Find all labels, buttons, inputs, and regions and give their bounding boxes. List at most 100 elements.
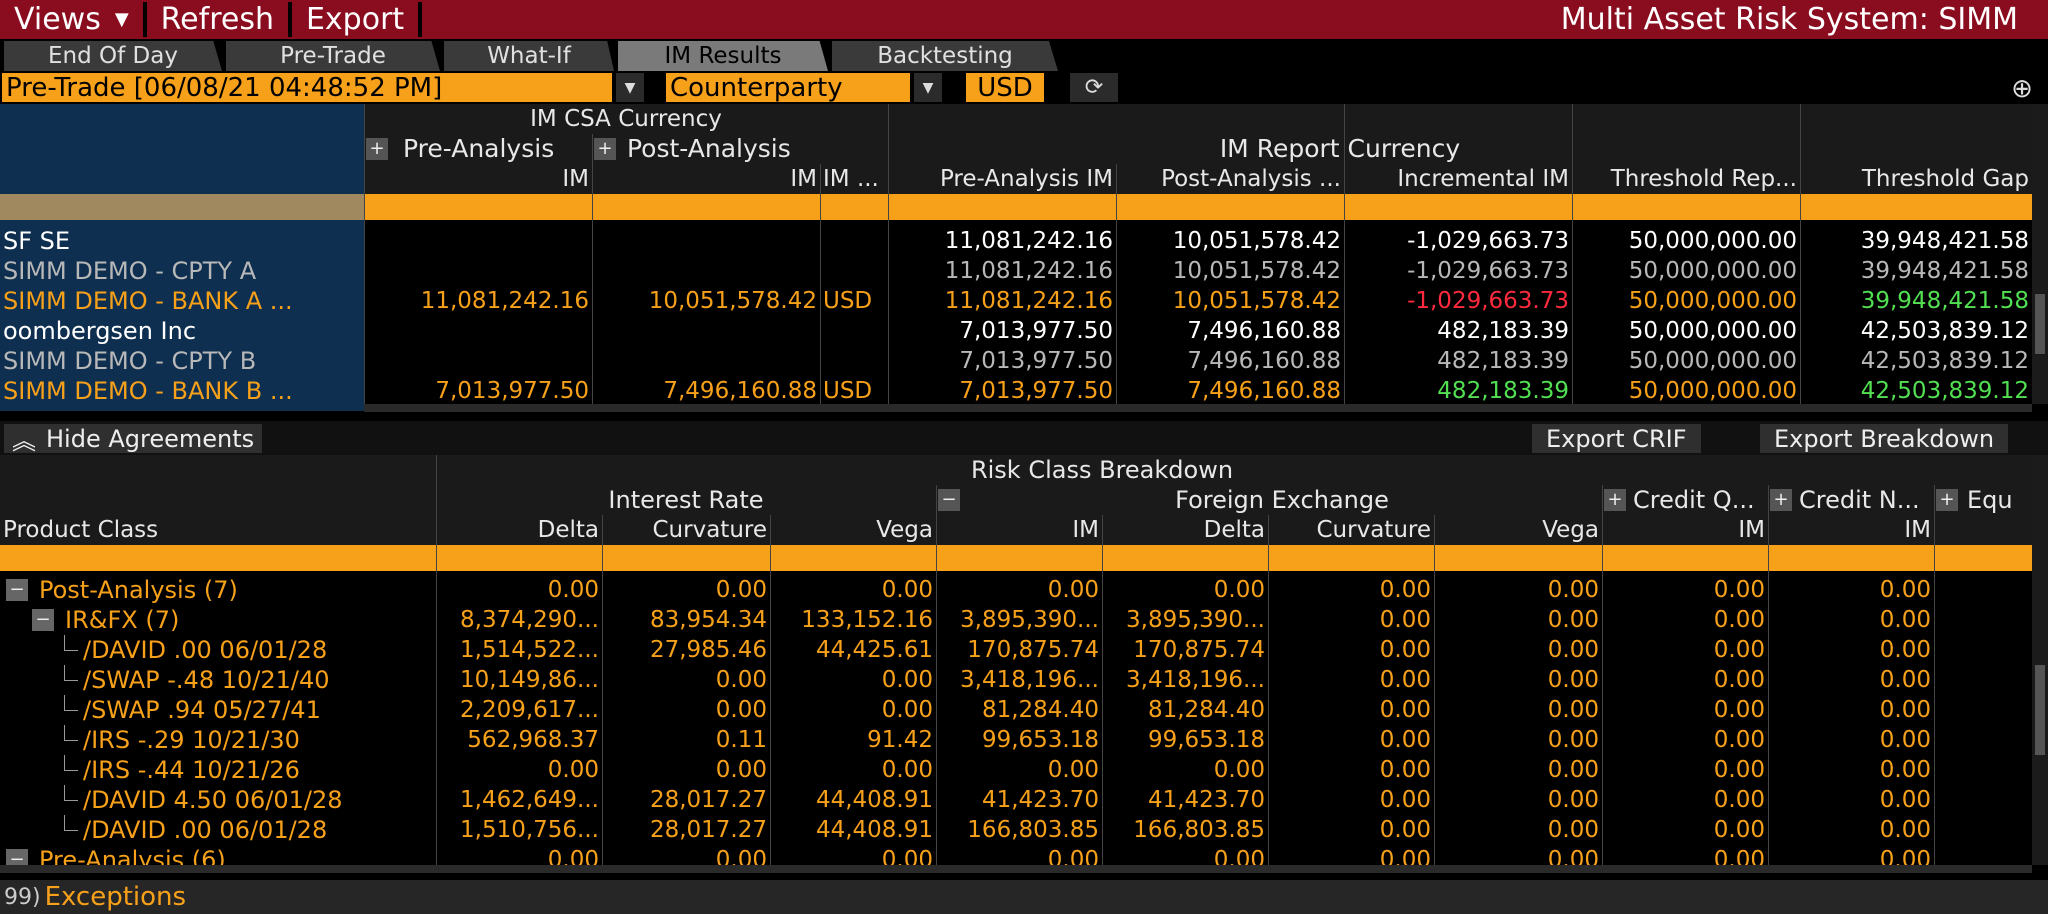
expand-equity-icon[interactable]: + [1936, 489, 1958, 511]
risk-class-breakdown-grid: Risk Class Breakdown Interest Rate − For… [0, 455, 2048, 874]
cell-ir-curvature: 28,017.27 [649, 817, 767, 843]
col-credit-n-im[interactable]: IM [1768, 515, 1934, 545]
cell-credit-n-im: 0.00 [1879, 757, 1931, 783]
export-label: Export [305, 2, 405, 37]
breakdown-horizontal-scrollbar[interactable] [0, 865, 2032, 873]
cell-threshold: 50,000,000.00 [1628, 318, 1797, 344]
product-class-label[interactable]: /IRS -.29 10/21/30 [80, 725, 436, 755]
cell-fx-vega: 0.00 [1547, 757, 1599, 783]
cell-ir-curvature: 0.00 [715, 577, 767, 603]
col-threshold[interactable]: Threshold Rep... [1572, 164, 1800, 194]
group-header-credit-n: Credit N... [1796, 485, 1936, 515]
cell-ir-delta: 8,374,290... [460, 607, 599, 633]
expand-credit-n-icon[interactable]: + [1770, 489, 1792, 511]
cell-credit-q-im: 0.00 [1713, 787, 1765, 813]
col-ir-vega[interactable]: Vega [770, 515, 936, 545]
counterparty-name[interactable]: SIMM DEMO - CPTY B [0, 346, 364, 376]
column-separator [1800, 104, 1801, 404]
export-menu-button[interactable]: Export [292, 2, 423, 37]
refresh-menu-button[interactable]: Refresh [147, 2, 292, 37]
tab-im-results[interactable]: IM Results [618, 41, 828, 71]
group-header-equity: Equ [1964, 485, 2030, 515]
scrollbar-thumb[interactable] [2035, 665, 2045, 755]
run-select-arrow-icon[interactable]: ▼ [616, 73, 644, 102]
cell-credit-n-im: 0.00 [1879, 787, 1931, 813]
cell-fx-im: 166,803.85 [967, 817, 1099, 843]
column-filter-row[interactable] [364, 194, 2032, 220]
group-by-arrow-icon[interactable]: ▼ [914, 73, 942, 102]
views-menu-button[interactable]: Views ▼ [0, 2, 147, 37]
col-report-pre-im[interactable]: Pre-Analysis IM [888, 164, 1116, 194]
counterparty-name[interactable]: oombergsen Inc [0, 316, 364, 346]
collapse-fx-icon[interactable]: − [938, 489, 960, 511]
col-product-class[interactable]: Product Class [0, 515, 436, 545]
expand-credit-q-icon[interactable]: + [1604, 489, 1626, 511]
breakdown-vertical-scrollbar[interactable] [2032, 455, 2048, 865]
exceptions-link[interactable]: Exceptions [45, 882, 187, 912]
cell-ccy: USD [823, 288, 873, 314]
run-select[interactable]: Pre-Trade [06/08/21 04:48:52 PM] [2, 73, 612, 102]
col-threshold-gap[interactable]: Threshold Gap [1800, 164, 2032, 194]
counterparty-name[interactable]: SF SE [0, 226, 364, 256]
col-ir-curvature[interactable]: Curvature [602, 515, 770, 545]
group-header-foreign-exchange: Foreign Exchange [962, 485, 1602, 515]
column-separator [1572, 104, 1573, 404]
cell-incremental: -1,029,663.73 [1407, 258, 1569, 284]
col-report-post-im[interactable]: Post-Analysis ... [1116, 164, 1344, 194]
tab-end-of-day[interactable]: End Of Day [4, 41, 222, 71]
cell-incremental: 482,183.39 [1437, 318, 1569, 344]
counterparty-name[interactable]: SIMM DEMO - BANK B ... [0, 376, 364, 406]
product-class-label[interactable]: Post-Analysis (7) [36, 575, 436, 605]
product-class-label[interactable]: /DAVID .00 06/01/28 [80, 635, 436, 665]
tree-collapse-icon[interactable]: − [6, 579, 28, 601]
col-ir-delta[interactable]: Delta [436, 515, 602, 545]
product-class-label[interactable]: /SWAP .94 05/27/41 [80, 695, 436, 725]
cell-fx-im: 0.00 [1047, 577, 1099, 603]
col-fx-curvature[interactable]: Curvature [1268, 515, 1434, 545]
cell-rep-post: 7,496,160.88 [1187, 348, 1341, 374]
tab-pre-trade[interactable]: Pre-Trade [226, 41, 440, 71]
col-im-currency[interactable]: IM ... [820, 164, 888, 194]
cell-pre-im: 7,013,977.50 [435, 378, 589, 404]
expand-post-analysis-icon[interactable]: + [594, 138, 616, 160]
product-class-label[interactable]: /IRS -.44 10/21/26 [80, 755, 436, 785]
cell-gap: 39,948,421.58 [1860, 258, 2029, 284]
cell-ir-curvature: 0.00 [715, 697, 767, 723]
zoom-in-icon[interactable]: ⊕ [2000, 73, 2044, 104]
product-class-label[interactable]: /SWAP -.48 10/21/40 [80, 665, 436, 695]
tree-collapse-icon[interactable]: − [32, 609, 54, 631]
top-grid-vertical-scrollbar[interactable] [2032, 104, 2048, 404]
refresh-icon[interactable]: ⟳ [1070, 73, 1118, 102]
product-class-label[interactable]: /DAVID 4.50 06/01/28 [80, 785, 436, 815]
col-pre-im[interactable]: IM [364, 164, 592, 194]
export-crif-button[interactable]: Export CRIF [1532, 424, 1701, 453]
counterparty-name[interactable]: SIMM DEMO - CPTY A [0, 256, 364, 286]
currency-field[interactable]: USD [966, 73, 1044, 102]
group-by-select[interactable]: Counterparty [666, 73, 910, 102]
counterparty-name[interactable]: SIMM DEMO - BANK A ... [0, 286, 364, 316]
col-post-im[interactable]: IM [592, 164, 820, 194]
scrollbar-thumb[interactable] [2035, 294, 2045, 354]
cell-ir-delta: 0.00 [547, 577, 599, 603]
export-breakdown-button[interactable]: Export Breakdown [1760, 424, 2009, 453]
column-separator [1602, 485, 1603, 865]
col-fx-delta[interactable]: Delta [1102, 515, 1268, 545]
tab-backtesting[interactable]: Backtesting [832, 41, 1058, 71]
top-grid-horizontal-scrollbar[interactable] [364, 404, 2032, 412]
col-incremental-im[interactable]: Incremental IM [1344, 164, 1572, 194]
hide-agreements-button[interactable]: ︽ Hide Agreements [4, 424, 263, 455]
expand-pre-analysis-icon[interactable]: + [366, 138, 388, 160]
col-credit-q-im[interactable]: IM [1602, 515, 1768, 545]
counterparty-filter-cell[interactable] [0, 194, 364, 220]
tree-connector [64, 635, 78, 651]
cell-fx-delta: 99,653.18 [1147, 727, 1265, 753]
col-fx-im[interactable]: IM [936, 515, 1102, 545]
product-class-label[interactable]: IR&FX (7) [62, 605, 436, 635]
tab-what-if[interactable]: What-If [444, 41, 614, 71]
col-fx-vega[interactable]: Vega [1434, 515, 1602, 545]
tree-connector [64, 725, 78, 741]
cell-fx-delta: 3,418,196... [1126, 667, 1265, 693]
column-separator [1116, 164, 1117, 404]
product-class-label[interactable]: /DAVID .00 06/01/28 [80, 815, 436, 845]
breakdown-filter-row[interactable] [0, 545, 2032, 571]
